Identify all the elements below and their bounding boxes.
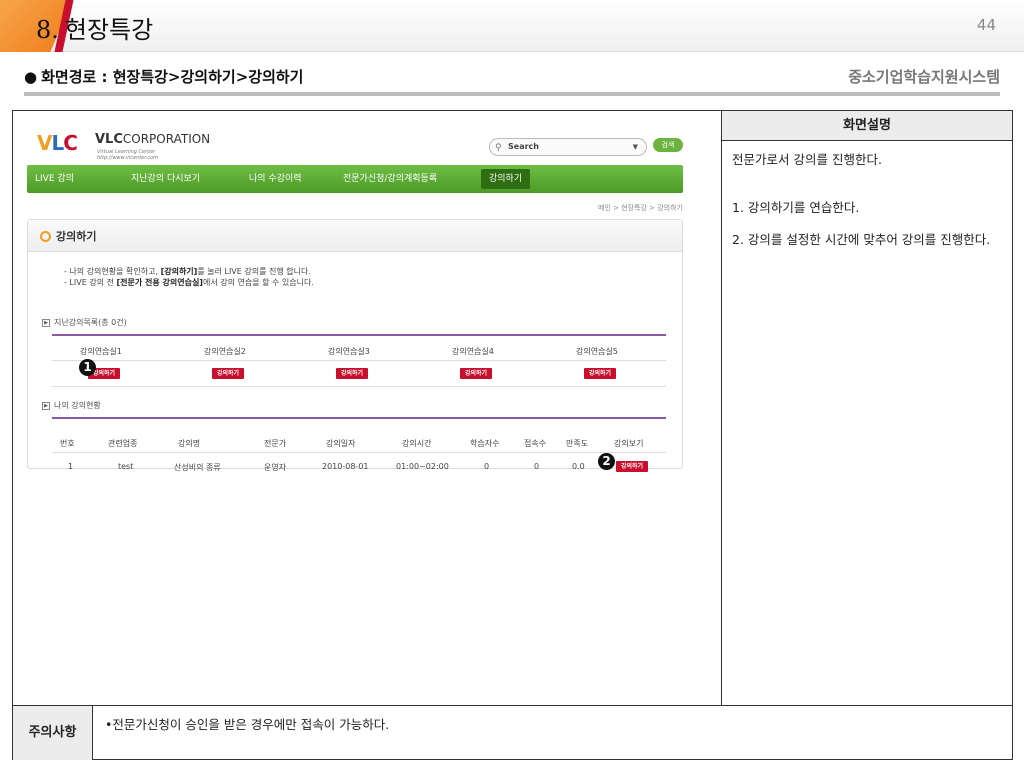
description-line: 전문가로서 강의를 진행한다. [732, 152, 882, 167]
nav-item-live[interactable]: LIVE 강의 [35, 165, 74, 193]
nav-item-history[interactable]: 나의 수강이력 [249, 165, 302, 193]
table-header: 강의일자 [326, 439, 356, 448]
practice-room-2: 강의연습실2 [204, 347, 246, 356]
ring-icon [40, 231, 51, 242]
info-line-2: - LIVE 강의 전 [전문가 전용 강의연습실]에서 강의 연습을 할 수 … [64, 277, 314, 288]
bullet-icon: ● [24, 68, 38, 86]
corporation-name: VLCCORPORATION [95, 132, 210, 147]
description-line: 2. 강의를 설정한 시간에 맞추어 강의를 진행한다. [732, 232, 991, 247]
past-list-label-text: 지난강의목록(총 0건) [54, 318, 127, 327]
logo-letter-v: V [37, 131, 53, 155]
notes-row: 주의사항 •전문가신청이 승인을 받은 경우에만 접속이 가능하다. [13, 705, 1012, 760]
corp-bold: VLC [95, 132, 123, 147]
divider [24, 92, 1000, 96]
practice-room-5: 강의연습실5 [576, 347, 618, 356]
nav-item-expert-apply[interactable]: 전문가신청/강의계획등록 [343, 165, 437, 193]
table-cell[interactable]: 산성비의 종류 [174, 462, 221, 473]
info-line-1-pre: - 나의 강의현황을 확인하고, [64, 267, 161, 276]
content-header: 강의하기 [28, 220, 682, 252]
page-title: 강의하기 [56, 230, 97, 243]
table-header: 학습자수 [470, 439, 500, 448]
info-line-1-post: 를 눌러 LIVE 강의를 진행 합니다. [197, 267, 311, 276]
logo-subtitle: Virtual Learning Center http://www.vlcent… [97, 149, 158, 161]
search-input[interactable]: ⚲ Search ▼ [489, 138, 647, 156]
table-cell: 2010-08-01 [322, 462, 369, 471]
divider [52, 452, 666, 453]
search-placeholder: Search [508, 142, 539, 151]
table-header: 강의시간 [402, 439, 432, 448]
table-header: 접속수 [524, 439, 547, 448]
breadcrumb: 메인 > 현장특강 > 강의하기 [597, 204, 683, 212]
logo-subtitle-2: http://www.vlcenter.com [97, 155, 159, 161]
practice-lecture-button-2[interactable]: 강의하기 [212, 368, 245, 379]
expand-icon: ▶ [42, 318, 50, 327]
practice-lecture-button-4[interactable]: 강의하기 [460, 368, 493, 379]
logo-letter-c: C [63, 131, 78, 155]
practice-room-4: 강의연습실4 [452, 347, 494, 356]
description-header: 화면설명 [722, 111, 1012, 141]
main-nav: LIVE 강의 지난강의 다시보기 나의 수강이력 전문가신청/강의계획등록 강… [27, 165, 683, 193]
divider [52, 334, 666, 336]
table-header: 전문가 [264, 439, 287, 448]
info-line-1-bold: [강의하기] [160, 267, 198, 276]
practice-lecture-button-5[interactable]: 강의하기 [584, 368, 617, 379]
system-name: 중소기업학습지원시스템 [848, 68, 1000, 86]
info-line-2-pre: - LIVE 강의 전 [64, 278, 117, 287]
table-header: 강의명 [178, 439, 201, 448]
info-line-2-bold: [전문가 전용 강의연습실] [116, 278, 203, 287]
nav-item-lecture[interactable]: 강의하기 [481, 169, 531, 189]
practice-lecture-button-3[interactable]: 강의하기 [336, 368, 369, 379]
vlc-logo[interactable]: VLC [37, 131, 78, 155]
slide-number: 8. [36, 16, 59, 44]
screen-path: ● 화면경로 : 현장특강>강의하기>강의하기 [24, 66, 303, 87]
practice-room-1: 강의연습실1 [80, 347, 122, 356]
table-cell: 0 [534, 462, 540, 471]
expand-icon: ▶ [42, 401, 50, 410]
my-status-label[interactable]: ▶ 나의 강의현황 [42, 400, 101, 411]
table-header: 관련업종 [108, 439, 138, 448]
notes-label: 주의사항 [13, 706, 93, 760]
page-number: 44 [976, 16, 996, 34]
table-cell: 0 [484, 462, 490, 471]
search-icon: ⚲ [495, 143, 502, 153]
info-line-2-post: 에서 강의 연습을 할 수 있습니다. [202, 278, 314, 287]
callout-marker-2: 2 [598, 453, 615, 470]
table-header: 만족도 [566, 439, 589, 448]
my-status-label-text: 나의 강의현황 [54, 401, 101, 410]
past-list-label[interactable]: ▶ 지난강의목록(총 0건) [42, 317, 127, 328]
callout-marker-1: 1 [79, 359, 96, 376]
lecture-start-button[interactable]: 강의하기 [616, 461, 649, 472]
table-cell: 운영자 [264, 463, 287, 472]
logo-letter-l: L [51, 131, 64, 155]
slide-title-text: 현장특강 [64, 16, 154, 44]
chevron-down-icon[interactable]: ▼ [633, 139, 638, 155]
divider [52, 417, 666, 419]
table-cell: test [118, 462, 134, 471]
divider [52, 386, 666, 387]
corp-rest: CORPORATION [122, 132, 211, 146]
table-cell: 1 [68, 462, 74, 471]
slide-title: 8. 현장특강 [36, 10, 153, 45]
table-cell: 0.0 [572, 462, 585, 471]
content-panel: 강의하기 - 나의 강의현황을 확인하고, [강의하기]를 눌러 LIVE 강의… [27, 219, 683, 472]
table-header: 강의보기 [614, 439, 644, 448]
info-line-1: - 나의 강의현황을 확인하고, [강의하기]를 눌러 LIVE 강의를 진행 … [64, 266, 314, 277]
description-panel: 화면설명 전문가로서 강의를 진행한다. 1. 강의하기를 연습한다. 2. 강… [722, 111, 1012, 705]
description-line: 1. 강의하기를 연습한다. [732, 200, 860, 215]
screen-path-row: ● 화면경로 : 현장특강>강의하기>강의하기 중소기업학습지원시스템 [24, 66, 1000, 92]
nav-item-replay[interactable]: 지난강의 다시보기 [131, 165, 200, 193]
storyboard-frame: VLC VLCCORPORATION Virtual Learning Cent… [12, 110, 1013, 760]
table-cell: 01:00~02:00 [396, 462, 449, 471]
screen-capture-area: VLC VLCCORPORATION Virtual Learning Cent… [13, 111, 722, 705]
practice-room-3: 강의연습실3 [328, 347, 370, 356]
table-header: 번호 [60, 439, 75, 448]
description-body: 전문가로서 강의를 진행한다. 1. 강의하기를 연습한다. 2. 강의를 설정… [722, 141, 1012, 277]
screen-path-text: 화면경로 : 현장특강>강의하기>강의하기 [41, 68, 304, 86]
slide-page: 8. 현장특강 44 ● 화면경로 : 현장특강>강의하기>강의하기 중소기업학습지… [0, 0, 1024, 768]
slide-header: 8. 현장특강 44 [0, 0, 1024, 52]
search-button[interactable]: 검색 [653, 138, 683, 152]
info-text: - 나의 강의현황을 확인하고, [강의하기]를 눌러 LIVE 강의를 진행 … [64, 266, 314, 288]
notes-text: •전문가신청이 승인을 받은 경우에만 접속이 가능하다. [105, 717, 390, 732]
divider [52, 360, 666, 361]
